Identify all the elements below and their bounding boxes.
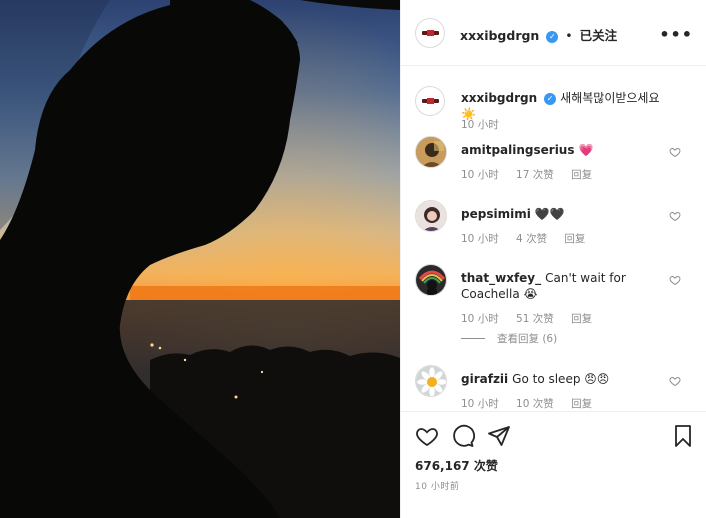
commenter-avatar[interactable] xyxy=(415,200,447,232)
comment-username[interactable]: girafzii xyxy=(461,372,508,386)
avatar-logo-dot xyxy=(427,30,434,36)
header-user-line: xxxibgdrgn ✓ • 已关注 xyxy=(460,25,617,44)
likes-count[interactable]: 676,167 次赞 xyxy=(415,457,498,474)
comment-like-count[interactable]: 10 次赞 xyxy=(516,398,554,410)
post-detail-pane: xxxibgdrgn ✓ • 已关注 ••• xxxibgdrgn ✓ 새해복많이받… xyxy=(400,0,706,518)
comments-list[interactable]: xxxibgdrgn ✓ 새해복많이받으세요☀️ 10 小时 amitpalings… xyxy=(401,66,706,411)
posted-time: 10 小时前 xyxy=(415,482,460,492)
comment-text-line: amitpalingserius 💗 xyxy=(461,142,661,158)
comment-like-count[interactable]: 4 次赞 xyxy=(516,233,547,245)
comment-text: 🖤🖤 xyxy=(534,207,565,221)
caption-time: 10 小时 xyxy=(461,119,499,131)
share-icon[interactable] xyxy=(487,424,511,448)
caption-meta: 10 小时 xyxy=(461,117,513,132)
heart-icon[interactable] xyxy=(415,424,439,448)
follow-state-button[interactable]: 已关注 xyxy=(580,28,618,43)
comment-text-line: that_wxfey_ Can't wait for Coachella 😭 xyxy=(461,270,661,302)
comment-time: 10 小时 xyxy=(461,313,499,325)
post-header: xxxibgdrgn ✓ • 已关注 ••• xyxy=(401,0,706,66)
more-options-icon[interactable]: ••• xyxy=(659,25,693,44)
comment-text: 💗 xyxy=(578,143,594,157)
replies-divider-line xyxy=(461,338,485,339)
caption-author-avatar[interactable] xyxy=(415,86,445,116)
verified-badge-icon: ✓ xyxy=(546,31,559,43)
comment-meta: 10 小时 51 次赞 回复 xyxy=(461,311,606,326)
comment-like-heart-icon[interactable] xyxy=(669,375,681,387)
separator-dot: • xyxy=(565,28,573,43)
comment-text: Go to sleep 😠😠 xyxy=(512,372,610,386)
comment-like-heart-icon[interactable] xyxy=(669,210,681,222)
comment-time: 10 小时 xyxy=(461,169,499,181)
comment-time: 10 小时 xyxy=(461,233,499,245)
comment-like-count[interactable]: 51 次赞 xyxy=(516,313,554,325)
post-actions: 676,167 次赞 10 小时前 xyxy=(401,411,706,518)
comment-username[interactable]: that_wxfey_ xyxy=(461,271,541,285)
commenter-avatar[interactable] xyxy=(415,264,447,296)
author-avatar[interactable] xyxy=(415,18,445,48)
comment-like-heart-icon[interactable] xyxy=(669,146,681,158)
daisy-photo-icon xyxy=(416,366,446,396)
author-username[interactable]: xxxibgdrgn xyxy=(460,28,539,43)
view-replies-button[interactable]: 查看回复 (6) xyxy=(461,331,557,346)
view-replies-label: 查看回复 (6) xyxy=(497,333,558,345)
reply-button[interactable]: 回复 xyxy=(571,313,592,325)
comment-username[interactable]: amitpalingserius xyxy=(461,143,575,157)
commenter-avatar[interactable] xyxy=(415,365,447,397)
reply-button[interactable]: 回复 xyxy=(571,398,592,410)
comment-username[interactable]: pepsimimi xyxy=(461,207,531,221)
comment-time: 10 小时 xyxy=(461,398,499,410)
comment-icon[interactable] xyxy=(451,424,475,448)
profile-photo-icon xyxy=(416,137,446,167)
avatar-logo-dot xyxy=(427,98,434,104)
comment-meta: 10 小时 17 次赞 回复 xyxy=(461,167,606,182)
comment-text-line: girafzii Go to sleep 😠😠 xyxy=(461,371,661,387)
comment-meta: 10 小时 10 次赞 回复 xyxy=(461,396,606,411)
commenter-avatar[interactable] xyxy=(415,136,447,168)
comment-like-heart-icon[interactable] xyxy=(669,274,681,286)
comment-text-line: pepsimimi 🖤🖤 xyxy=(461,206,661,222)
reply-button[interactable]: 回复 xyxy=(571,169,592,181)
profile-photo-icon xyxy=(416,265,446,295)
reply-button[interactable]: 回复 xyxy=(564,233,585,245)
silhouette-sunset-image xyxy=(0,0,400,518)
caption-username[interactable]: xxxibgdrgn xyxy=(461,91,537,105)
post-photo[interactable] xyxy=(0,0,400,518)
comment-like-count[interactable]: 17 次赞 xyxy=(516,169,554,181)
verified-badge-icon: ✓ xyxy=(544,93,557,105)
profile-photo-icon xyxy=(416,201,446,231)
bookmark-icon[interactable] xyxy=(671,424,695,448)
comment-meta: 10 小时 4 次赞 回复 xyxy=(461,231,599,246)
